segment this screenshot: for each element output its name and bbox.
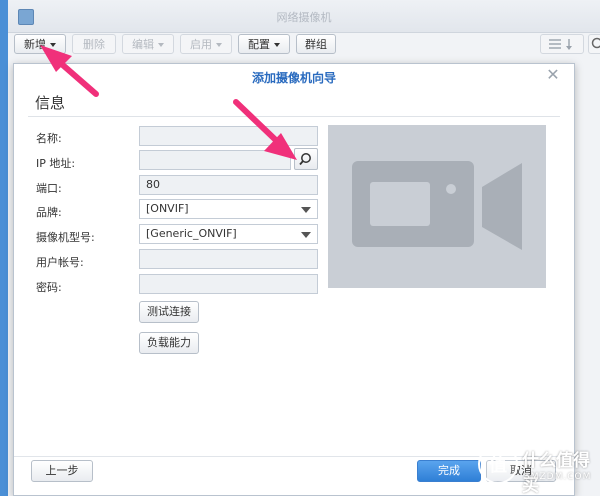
chevron-down-icon xyxy=(158,43,164,47)
delete-button[interactable]: 删除 xyxy=(72,34,116,54)
previous-label: 上一步 xyxy=(45,464,79,477)
search-icon xyxy=(299,153,311,166)
config-button[interactable]: 配置 xyxy=(238,34,290,54)
finish-label: 完成 xyxy=(438,464,460,477)
section-divider xyxy=(28,116,560,117)
model-value: [Generic_ONVIF] xyxy=(146,227,237,240)
dialog-title: 添加摄像机向导 xyxy=(251,71,336,85)
group-button[interactable]: 群组 xyxy=(296,34,336,54)
password-input[interactable] xyxy=(139,274,318,294)
app-search-button[interactable] xyxy=(588,34,600,54)
app-titlebar: 网络摄像机 xyxy=(8,0,600,33)
edit-button-label: 编辑 xyxy=(132,38,154,51)
name-label: 名称: xyxy=(36,132,62,145)
enable-button[interactable]: 启用 xyxy=(180,34,232,54)
add-camera-wizard-dialog: 添加摄像机向导 ✕ 信息 名称: IP 地址: 端口: 品牌: 摄像机型号: 用… xyxy=(13,63,575,496)
finish-button[interactable]: 完成 xyxy=(417,460,481,482)
ip-search-button[interactable] xyxy=(294,148,318,170)
chevron-down-icon xyxy=(301,207,311,213)
smzdm-watermark: 值 什么值得买 SMZDM.COM xyxy=(478,440,600,496)
chevron-down-icon xyxy=(50,43,56,47)
watermark-logo-icon: 值 xyxy=(478,444,518,484)
watermark-sub: SMZDM.COM xyxy=(524,472,592,482)
model-label: 摄像机型号: xyxy=(36,231,95,244)
svg-text:值: 值 xyxy=(489,454,507,476)
new-button-label: 新增 xyxy=(24,38,46,51)
chevron-down-icon xyxy=(274,43,280,47)
edit-button[interactable]: 编辑 xyxy=(122,34,174,54)
port-label: 端口: xyxy=(36,182,62,195)
test-connection-button[interactable]: 测试连接 xyxy=(139,301,199,323)
user-label: 用户帐号: xyxy=(36,256,84,269)
model-select[interactable]: [Generic_ONVIF] xyxy=(139,224,318,244)
test-connection-label: 测试连接 xyxy=(147,305,191,318)
section-heading: 信息 xyxy=(35,94,66,112)
sort-menu-button[interactable] xyxy=(540,34,584,54)
camera-preview xyxy=(328,125,546,288)
ip-address-input[interactable] xyxy=(139,150,291,170)
capability-label: 负载能力 xyxy=(147,336,191,349)
app-title: 网络摄像机 xyxy=(276,11,332,24)
chevron-down-icon xyxy=(301,232,311,238)
brand-select[interactable]: [ONVIF] xyxy=(139,199,318,219)
name-input[interactable] xyxy=(139,126,318,146)
enable-button-label: 启用 xyxy=(190,38,212,51)
password-label: 密码: xyxy=(36,281,62,294)
camera-icon xyxy=(352,161,522,250)
previous-button[interactable]: 上一步 xyxy=(31,460,93,482)
port-input[interactable]: 80 xyxy=(139,175,318,195)
user-account-input[interactable] xyxy=(139,249,318,269)
new-button[interactable]: 新增 xyxy=(14,34,66,54)
brand-value: [ONVIF] xyxy=(146,202,189,215)
watermark-text: 什么值得买 xyxy=(522,451,590,496)
search-icon xyxy=(591,37,600,49)
ip-label: IP 地址: xyxy=(36,157,76,170)
close-icon[interactable]: ✕ xyxy=(544,66,562,84)
chevron-down-icon xyxy=(216,43,222,47)
group-button-label: 群组 xyxy=(305,38,327,51)
config-button-label: 配置 xyxy=(248,38,270,51)
list-sort-icon xyxy=(549,39,572,50)
port-value: 80 xyxy=(146,178,160,191)
brand-label: 品牌: xyxy=(36,206,62,219)
delete-button-label: 删除 xyxy=(83,38,105,51)
capability-button[interactable]: 负载能力 xyxy=(139,332,199,354)
